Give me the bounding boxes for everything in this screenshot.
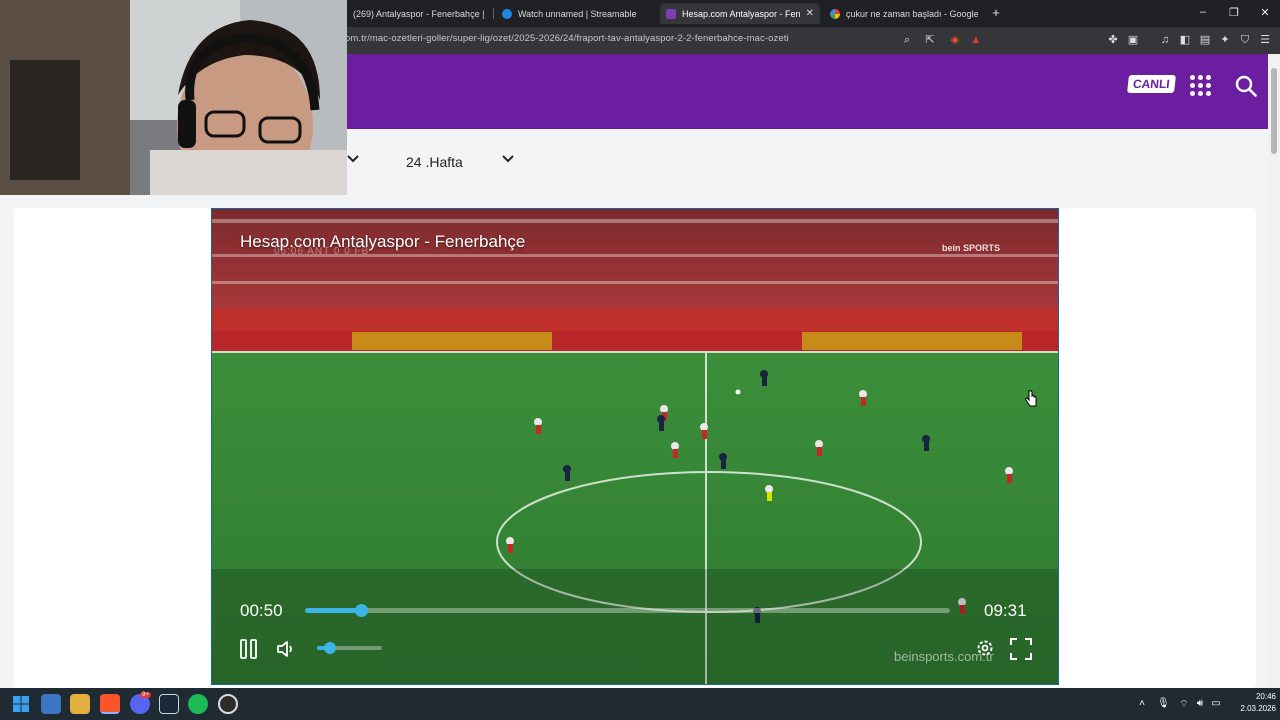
chevron-down-icon[interactable] [501, 152, 515, 166]
total-time: 09:31 [984, 601, 1027, 620]
battery-icon[interactable]: ▭ [1210, 698, 1222, 709]
bein-favicon-icon [666, 8, 676, 19]
brave-browser-icon[interactable] [100, 694, 120, 714]
tab-bein-active[interactable]: Hesap.com Antalyaspor - Fen ✕ [660, 3, 820, 24]
brave-rewards-icon[interactable]: ▲ [969, 33, 983, 47]
tab-label: Watch unnamed | Streamable [518, 8, 637, 19]
search-icon[interactable] [1235, 75, 1257, 97]
week-select[interactable]: 24 .Hafta [406, 154, 463, 170]
store-icon[interactable] [41, 694, 61, 714]
discord-badge: 9+ [140, 692, 151, 698]
spotify-icon[interactable] [188, 694, 208, 714]
brave-shield-icon[interactable]: ◈ [948, 33, 962, 47]
menu-icon[interactable]: ☰ [1258, 33, 1272, 47]
close-tab-icon[interactable]: ✕ [806, 8, 814, 19]
volume-slider[interactable] [317, 642, 382, 654]
wallet-icon[interactable]: ▤ [1198, 33, 1212, 47]
extensions-icon[interactable]: ✤ [1106, 33, 1120, 47]
hand-cursor-icon [1025, 390, 1037, 407]
tray-chevron-up-icon[interactable]: ˄ [1136, 698, 1148, 709]
share-icon[interactable]: ⇱ [923, 33, 937, 47]
file-explorer-icon[interactable] [70, 694, 90, 714]
gear-icon[interactable] [975, 638, 995, 658]
bein-sports-logo: bein SPORTS [942, 243, 1001, 253]
close-window-button[interactable]: ✕ [1257, 6, 1273, 19]
streamable-favicon-icon [502, 8, 512, 19]
tab-separator [493, 8, 494, 19]
tab-label: çukur ne zaman başladı - Google'da [846, 8, 978, 19]
tab-google[interactable]: çukur ne zaman başladı - Google'da [824, 3, 984, 24]
tab-label: Hesap.com Antalyaspor - Fen [682, 8, 800, 19]
live-button[interactable]: CANLI [1127, 75, 1176, 93]
progress-bar[interactable] [305, 604, 950, 617]
url-field[interactable]: om.tr/mac-ozetleri-goller/super-lig/ozet… [345, 33, 789, 44]
video-frame [212, 209, 1058, 684]
screenshot-icon[interactable]: ▣ [1126, 33, 1140, 47]
volume-thumb[interactable] [324, 642, 336, 654]
zoom-icon[interactable]: ⌕ [900, 33, 914, 47]
vpn-icon[interactable]: ⛉ [1238, 33, 1252, 47]
current-time: 00:50 [240, 601, 283, 620]
video-title: Hesap.com Antalyaspor - Fenerbahçe [240, 232, 526, 251]
app-icon[interactable] [218, 694, 238, 714]
fullscreen-icon[interactable] [1010, 638, 1032, 660]
webcam-feed [0, 0, 347, 195]
new-tab-button[interactable]: + [988, 5, 1004, 20]
scrollbar-thumb[interactable] [1271, 68, 1277, 154]
speaker-icon[interactable]: 🔊︎ [1194, 698, 1206, 709]
microphone-icon[interactable]: 🎙︎ [1157, 698, 1170, 709]
tab-streamable[interactable]: Watch unnamed | Streamable [496, 3, 656, 24]
steam-icon[interactable] [159, 694, 179, 714]
leo-ai-icon[interactable]: ✦ [1218, 33, 1232, 47]
wifi-icon[interactable]: ⌔ [1178, 698, 1190, 711]
tab-youtube[interactable]: (269) Antalyaspor - Fenerbahçe | 2-2 [347, 3, 490, 24]
webcam-overlay [0, 0, 347, 195]
chevron-down-icon[interactable] [346, 152, 360, 166]
page-scrollbar[interactable] [1268, 54, 1280, 688]
maximize-button[interactable]: ❐ [1226, 6, 1242, 19]
apps-grid-icon[interactable] [1190, 75, 1214, 97]
pause-icon[interactable] [240, 639, 258, 659]
windows-start-icon[interactable] [13, 696, 29, 712]
minimize-button[interactable]: – [1195, 6, 1211, 18]
sidebar-icon[interactable]: ◧ [1178, 33, 1192, 47]
clock-date[interactable]: 2.03.2026 [1226, 704, 1276, 713]
clock-time[interactable]: 20:46 [1244, 692, 1276, 701]
tab-label: (269) Antalyaspor - Fenerbahçe | 2-2 [353, 8, 484, 19]
video-player[interactable]: 06:06 ANT 0 0 FB Hesap.com Antalyaspor -… [211, 208, 1059, 685]
progress-fill [305, 608, 362, 613]
media-icon[interactable]: ♫ [1158, 33, 1172, 47]
google-favicon-icon [830, 8, 840, 19]
volume-icon[interactable] [276, 639, 296, 659]
